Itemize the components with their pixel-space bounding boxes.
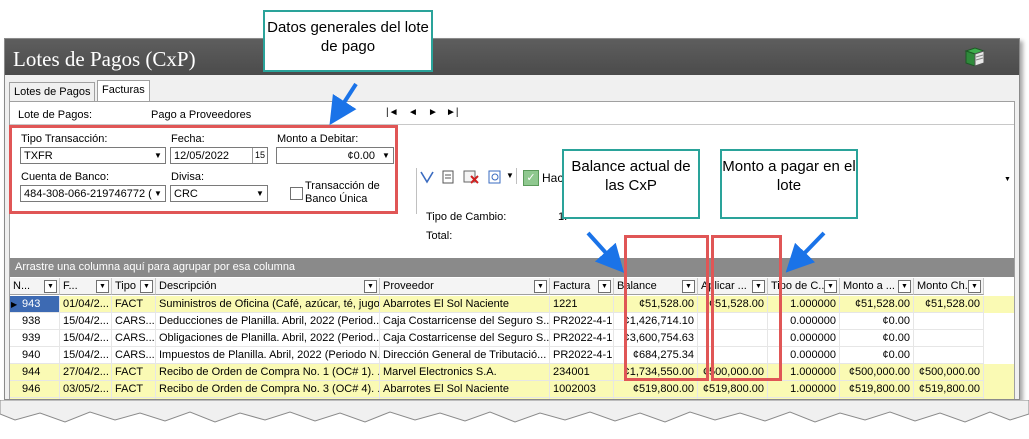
arrow-monto [785, 231, 826, 273]
torn-edge [0, 400, 1029, 423]
annotation-arrows [329, 82, 826, 273]
arrow-datos [329, 82, 358, 126]
arrow-balance [586, 231, 625, 273]
